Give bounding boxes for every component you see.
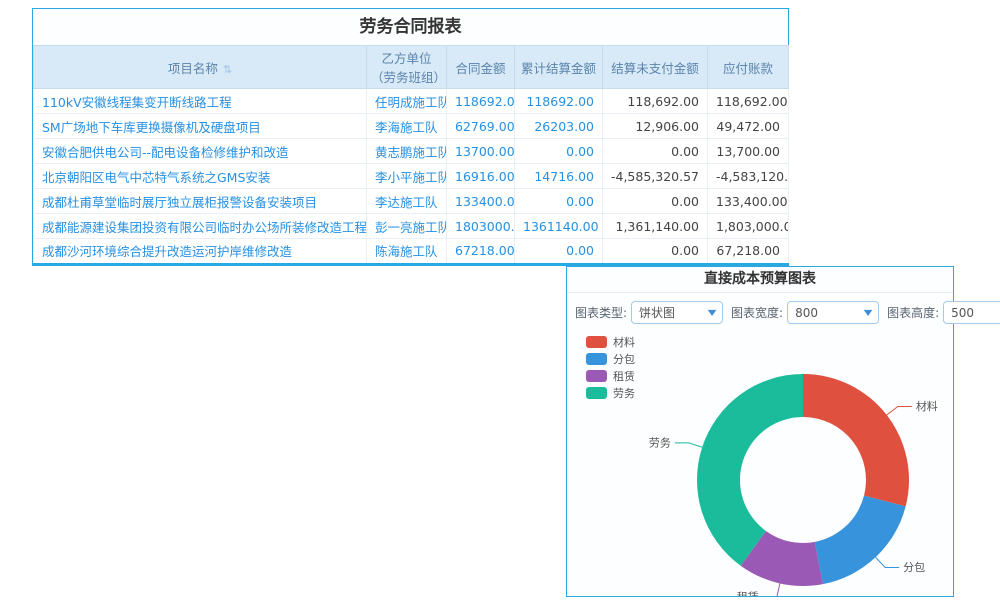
table-row: 成都杜甫草堂临时展厅独立展柜报警设备安装项目李达施工队133400.000.00…: [34, 189, 789, 214]
pie-slice-分包[interactable]: [815, 496, 906, 584]
unpaid-amount: 118,692.00: [603, 89, 708, 114]
slice-label-分包: 分包: [903, 561, 925, 574]
settled-amount: 26203.00: [515, 114, 603, 139]
table-row: 北京朝阳区电气中芯特气系统之GMS安装李小平施工队16916.0014716.0…: [34, 164, 789, 189]
contract-amount: 13700.00: [447, 139, 515, 164]
team-name: 李海施工队: [367, 114, 447, 139]
team-name: 彭一亮施工队: [367, 214, 447, 239]
column-header-1: 乙方单位（劳务班组）: [367, 46, 447, 89]
payable-amount: 1,803,000.00: [708, 214, 789, 239]
contract-amount: 62769.00: [447, 114, 515, 139]
team-name: 黄志鹏施工队: [367, 139, 447, 164]
payable-amount: 13,700.00: [708, 139, 789, 164]
contract-amount: 67218.00: [447, 239, 515, 264]
unpaid-amount: 1,361,140.00: [603, 214, 708, 239]
pie-slice-劳务[interactable]: [697, 374, 803, 566]
labor-contract-report-panel: 劳务合同报表 项目名称⇅乙方单位（劳务班组）合同金额累计结算金额结算未支付金额应…: [32, 8, 789, 266]
unpaid-amount: 0.00: [603, 189, 708, 214]
project-name-link[interactable]: 110kV安徽线程集变开断线路工程: [34, 89, 367, 114]
chart-height-value: 500: [951, 306, 974, 320]
contract-amount: 16916.00: [447, 164, 515, 189]
label-line: [887, 406, 912, 415]
team-name: 李达施工队: [367, 189, 447, 214]
contracts-table: 项目名称⇅乙方单位（劳务班组）合同金额累计结算金额结算未支付金额应付账款 110…: [33, 45, 789, 265]
settled-amount: 0.00: [515, 239, 603, 264]
settled-amount: 1361140.00: [515, 214, 603, 239]
unpaid-amount: 0.00: [603, 139, 708, 164]
project-name-link[interactable]: 北京朝阳区电气中芯特气系统之GMS安装: [34, 164, 367, 189]
project-name-link[interactable]: SM广场地下车库更换摄像机及硬盘项目: [34, 114, 367, 139]
team-name: 李小平施工队: [367, 164, 447, 189]
project-name-link[interactable]: 成都能源建设集团投资有限公司临时办公场所装修改造工程EPC: [34, 214, 367, 239]
contract-amount: 1803000.00: [447, 214, 515, 239]
payable-amount: 133,400.00: [708, 189, 789, 214]
settled-amount: 0.00: [515, 189, 603, 214]
column-header-4: 结算未支付金额: [603, 46, 708, 89]
contract-amount: 118692.00: [447, 89, 515, 114]
team-name: 陈海施工队: [367, 239, 447, 264]
donut-chart: 材料分包租赁 劳务: [567, 293, 953, 596]
sort-icon[interactable]: ⇅: [223, 63, 232, 76]
slice-label-材料: 材料: [916, 399, 938, 413]
column-header-2: 合同金额: [447, 46, 515, 89]
label-line: [675, 443, 702, 447]
payable-amount: 67,218.00: [708, 239, 789, 264]
contract-amount: 133400.00: [447, 189, 515, 214]
table-row: 110kV安徽线程集变开断线路工程任明成施工队118692.00118692.0…: [34, 89, 789, 114]
settled-amount: 118692.00: [515, 89, 603, 114]
payable-amount: 49,472.00: [708, 114, 789, 139]
unpaid-amount: 0.00: [603, 239, 708, 264]
unpaid-amount: 12,906.00: [603, 114, 708, 139]
team-name: 任明成施工队: [367, 89, 447, 114]
table-row: 成都沙河环境综合提升改造运河护岸维修改造陈海施工队67218.000.000.0…: [34, 239, 789, 264]
label-line: [763, 583, 780, 596]
column-header-0[interactable]: 项目名称⇅: [34, 46, 367, 89]
settled-amount: 14716.00: [515, 164, 603, 189]
table-row: SM广场地下车库更换摄像机及硬盘项目李海施工队62769.0026203.001…: [34, 114, 789, 139]
payable-amount: -4,583,120.57: [708, 164, 789, 189]
direct-cost-budget-chart-panel: 直接成本预算图表 图表类型: 饼状图 ▼ 图表宽度: 800 ▼ 图表高度: 5…: [566, 266, 954, 597]
project-name-link[interactable]: 安徽合肥供电公司--配电设备检修维护和改造: [34, 139, 367, 164]
column-header-5: 应付账款: [708, 46, 789, 89]
column-header-3: 累计结算金额: [515, 46, 603, 89]
slice-label-劳务: 劳务: [649, 436, 671, 449]
pie-slice-材料[interactable]: [803, 374, 909, 506]
table-header-row: 项目名称⇅乙方单位（劳务班组）合同金额累计结算金额结算未支付金额应付账款: [34, 46, 789, 89]
unpaid-amount: -4,585,320.57: [603, 164, 708, 189]
project-name-link[interactable]: 成都沙河环境综合提升改造运河护岸维修改造: [34, 239, 367, 264]
label-line: [876, 557, 900, 567]
table-row: 安徽合肥供电公司--配电设备检修维护和改造黄志鹏施工队13700.000.000…: [34, 139, 789, 164]
project-name-link[interactable]: 成都杜甫草堂临时展厅独立展柜报警设备安装项目: [34, 189, 367, 214]
chart-title: 直接成本预算图表: [567, 267, 953, 293]
report-title: 劳务合同报表: [33, 9, 788, 45]
table-row: 成都能源建设集团投资有限公司临时办公场所装修改造工程EPC彭一亮施工队18030…: [34, 214, 789, 239]
settled-amount: 0.00: [515, 139, 603, 164]
slice-label-租赁: 租赁: [737, 590, 759, 596]
payable-amount: 118,692.00: [708, 89, 789, 114]
